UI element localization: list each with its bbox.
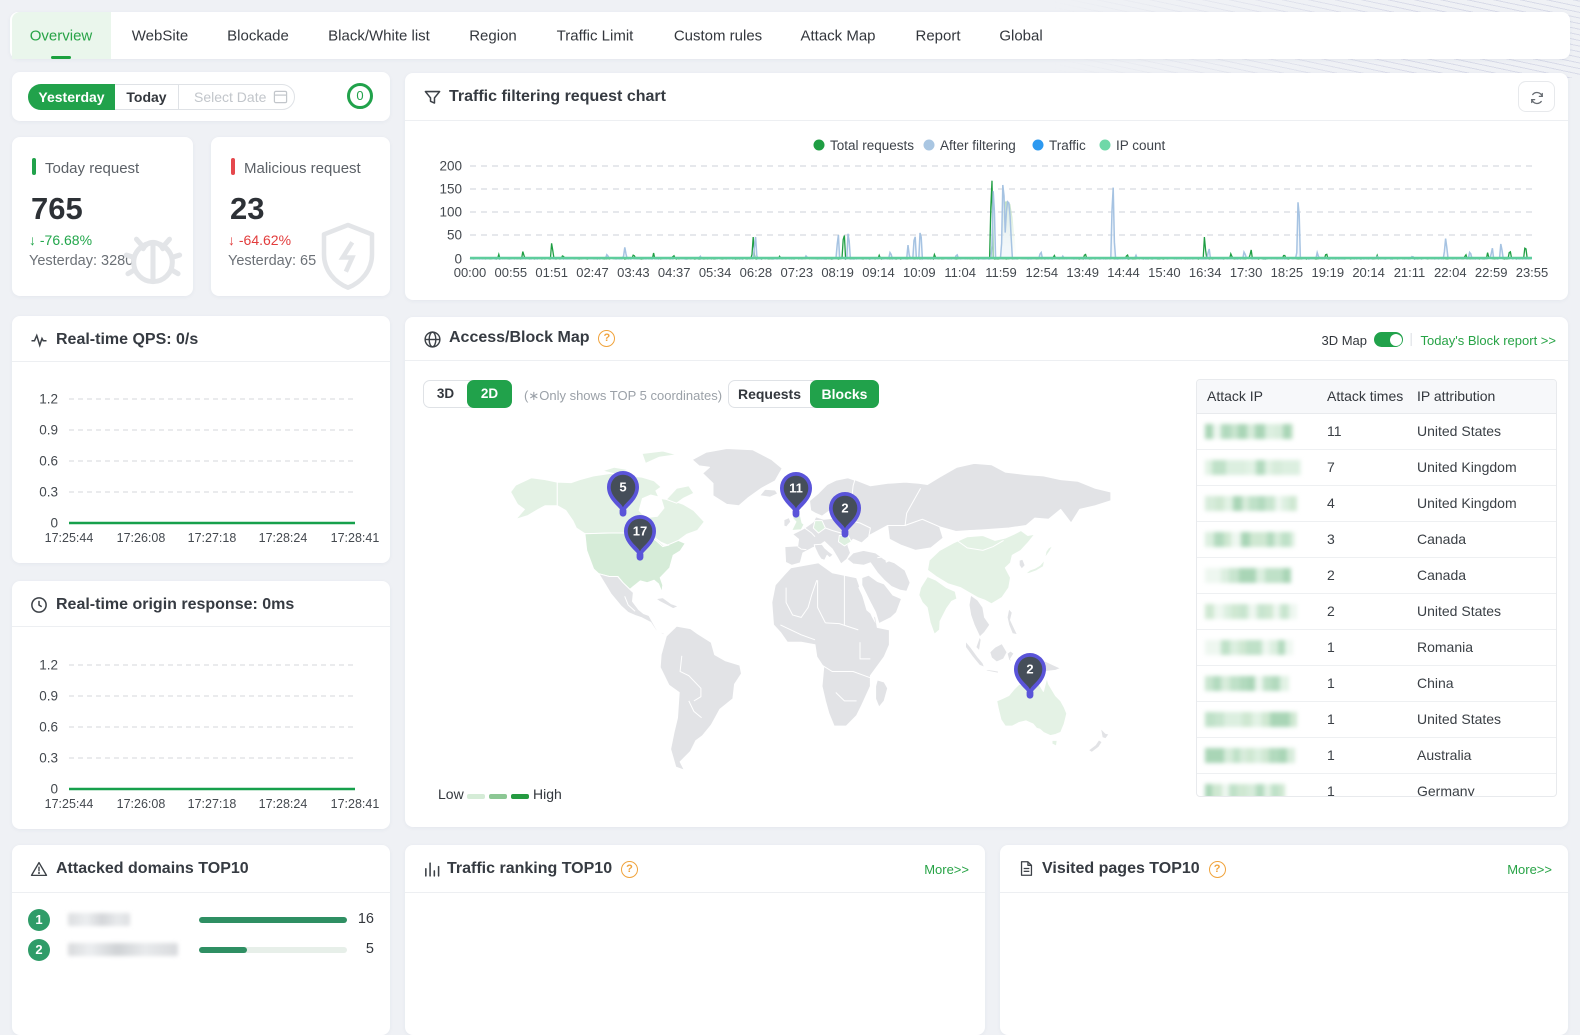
svg-text:0.3: 0.3 — [39, 751, 58, 766]
svg-text:17:28:24: 17:28:24 — [259, 531, 308, 545]
svg-text:17:25:44: 17:25:44 — [45, 531, 94, 545]
svg-text:Traffic: Traffic — [1049, 138, 1086, 153]
svg-text:IP count: IP count — [1116, 138, 1166, 153]
svg-text:01:51: 01:51 — [535, 265, 568, 280]
svg-text:17:26:08: 17:26:08 — [117, 531, 166, 545]
svg-text:11: 11 — [789, 481, 803, 496]
svg-text:1.2: 1.2 — [39, 658, 58, 673]
svg-text:2: 2 — [1026, 662, 1033, 677]
svg-text:00:55: 00:55 — [495, 265, 528, 280]
svg-text:15:40: 15:40 — [1148, 265, 1181, 280]
svg-text:0.6: 0.6 — [39, 454, 58, 469]
svg-text:200: 200 — [439, 159, 462, 174]
svg-text:100: 100 — [439, 205, 462, 220]
svg-text:20:14: 20:14 — [1352, 265, 1385, 280]
svg-text:13:49: 13:49 — [1066, 265, 1099, 280]
svg-text:16:34: 16:34 — [1189, 265, 1222, 280]
svg-text:17:26:08: 17:26:08 — [117, 797, 166, 811]
svg-text:08:19: 08:19 — [821, 265, 854, 280]
svg-text:150: 150 — [439, 182, 462, 197]
svg-text:50: 50 — [447, 228, 462, 243]
svg-text:17:25:44: 17:25:44 — [45, 797, 94, 811]
svg-text:0.3: 0.3 — [39, 485, 58, 500]
svg-text:0: 0 — [50, 516, 58, 531]
svg-text:0: 0 — [50, 782, 58, 797]
svg-text:14:44: 14:44 — [1107, 265, 1140, 280]
svg-text:11:04: 11:04 — [944, 265, 976, 280]
svg-text:22:04: 22:04 — [1434, 265, 1467, 280]
svg-text:03:43: 03:43 — [617, 265, 650, 280]
svg-text:22:59: 22:59 — [1475, 265, 1508, 280]
svg-text:18:25: 18:25 — [1271, 265, 1304, 280]
svg-text:0.9: 0.9 — [39, 423, 58, 438]
svg-text:12:54: 12:54 — [1026, 265, 1059, 280]
svg-text:10:09: 10:09 — [903, 265, 936, 280]
svg-text:17:30: 17:30 — [1230, 265, 1263, 280]
svg-text:17:28:41: 17:28:41 — [331, 531, 380, 545]
svg-text:17:28:41: 17:28:41 — [331, 797, 380, 811]
svg-text:05:34: 05:34 — [699, 265, 732, 280]
svg-text:0.9: 0.9 — [39, 689, 58, 704]
svg-text:07:23: 07:23 — [781, 265, 814, 280]
svg-text:0.6: 0.6 — [39, 720, 58, 735]
svg-text:23:55: 23:55 — [1516, 265, 1549, 280]
svg-text:06:28: 06:28 — [740, 265, 773, 280]
svg-text:09:14: 09:14 — [862, 265, 895, 280]
svg-text:17:28:24: 17:28:24 — [259, 797, 308, 811]
svg-text:02:47: 02:47 — [576, 265, 609, 280]
svg-text:00:00: 00:00 — [454, 265, 487, 280]
svg-text:11:59: 11:59 — [985, 265, 1017, 280]
svg-text:17: 17 — [633, 524, 647, 539]
svg-text:19:19: 19:19 — [1312, 265, 1345, 280]
svg-text:Total requests: Total requests — [830, 138, 914, 153]
svg-text:2: 2 — [841, 501, 848, 516]
svg-text:17:27:18: 17:27:18 — [188, 531, 237, 545]
svg-text:1.2: 1.2 — [39, 392, 58, 407]
svg-text:17:27:18: 17:27:18 — [188, 797, 237, 811]
svg-text:21:11: 21:11 — [1394, 265, 1426, 280]
svg-text:04:37: 04:37 — [658, 265, 691, 280]
svg-text:5: 5 — [619, 480, 626, 495]
svg-text:After filtering: After filtering — [940, 138, 1016, 153]
